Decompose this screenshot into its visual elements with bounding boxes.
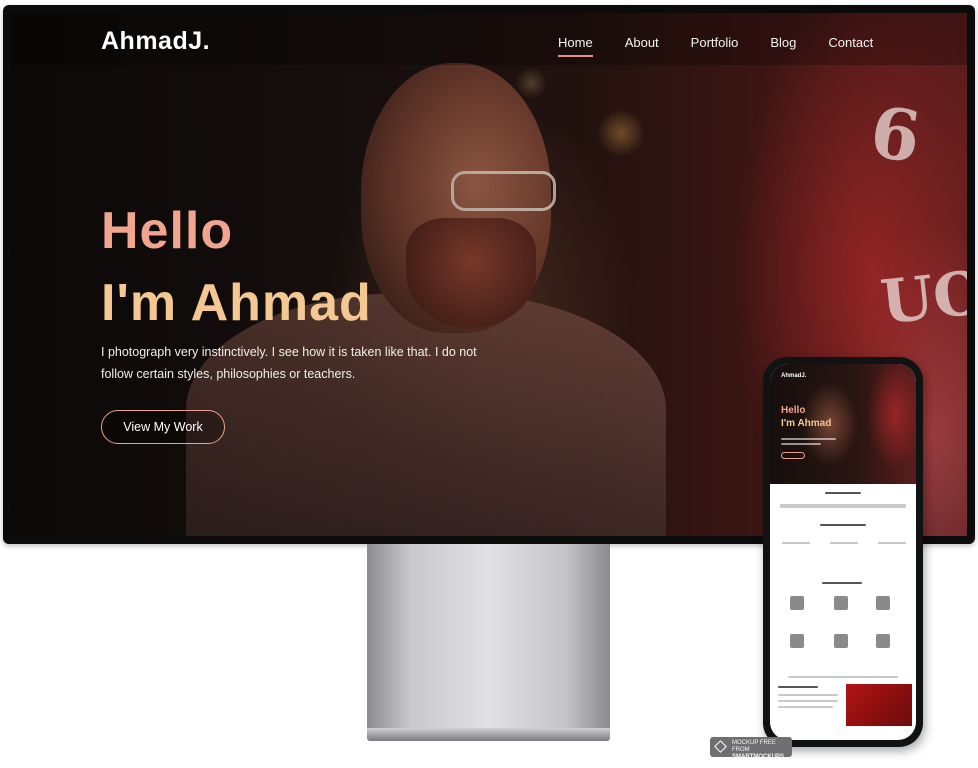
hero-name: I'm Ahmad — [101, 274, 372, 332]
phone-desc-line — [781, 438, 836, 440]
smartmockups-watermark: MOCKUP FREE FROM SMARTMOCKUPS — [710, 737, 792, 760]
phone-section-title — [820, 524, 866, 526]
phone-tab-strip — [788, 676, 898, 678]
watermark-line-2: SMARTMOCKUPS — [732, 754, 784, 760]
phone-feature — [830, 542, 858, 544]
phone-thumbnail — [790, 634, 804, 648]
phone-featured-image — [846, 684, 912, 726]
nav-home[interactable]: Home — [558, 35, 593, 57]
phone-screen: AhmadJ. Hello I'm Ahmad — [770, 364, 916, 740]
site-logo[interactable]: AhmadJ. — [101, 27, 210, 56]
phone-section-title — [825, 492, 861, 494]
phone-feature — [782, 542, 810, 544]
layers-icon — [714, 740, 727, 753]
phone-thumbnail — [876, 596, 890, 610]
phone-thumbnail — [834, 634, 848, 648]
top-navigation: AhmadJ. Home About Portfolio Blog Contac… — [11, 13, 967, 65]
nav-about[interactable]: About — [625, 35, 659, 57]
phone-cta-button[interactable] — [781, 452, 805, 459]
hero-greeting: Hello — [101, 202, 234, 260]
hero-description: I photograph very instinctively. I see h… — [101, 341, 501, 385]
phone-section-title — [778, 686, 818, 688]
phone-section-title — [822, 582, 862, 584]
hero-description-line-1: I photograph very instinctively. I see h… — [101, 345, 477, 359]
watermark-line-1: MOCKUP FREE FROM — [732, 740, 776, 753]
phone-logo[interactable]: AhmadJ. — [781, 373, 806, 379]
hero-description-line-2: follow certain styles, philosophies or t… — [101, 367, 356, 381]
nav-portfolio[interactable]: Portfolio — [691, 35, 739, 57]
nav-blog[interactable]: Blog — [770, 35, 796, 57]
phone-text-line — [778, 694, 838, 696]
phone-thumbnail — [790, 596, 804, 610]
nav-links: Home About Portfolio Blog Contact — [558, 35, 905, 57]
phone-greeting: Hello — [781, 405, 806, 416]
phone-thumbnail — [876, 634, 890, 648]
phone-text-line — [778, 706, 833, 708]
phone-hero: AhmadJ. Hello I'm Ahmad — [770, 364, 916, 484]
phone-mockup: AhmadJ. Hello I'm Ahmad — [763, 357, 923, 747]
view-my-work-button[interactable]: View My Work — [101, 410, 225, 444]
phone-text-line — [778, 700, 838, 702]
phone-desc-line — [781, 443, 821, 445]
monitor-stand — [367, 544, 610, 730]
phone-feature — [878, 542, 906, 544]
phone-name: I'm Ahmad — [781, 418, 832, 429]
phone-thumbnail — [834, 596, 848, 610]
phone-logo-strip — [780, 504, 906, 508]
nav-contact[interactable]: Contact — [828, 35, 873, 57]
monitor-stand-foot — [367, 728, 610, 741]
